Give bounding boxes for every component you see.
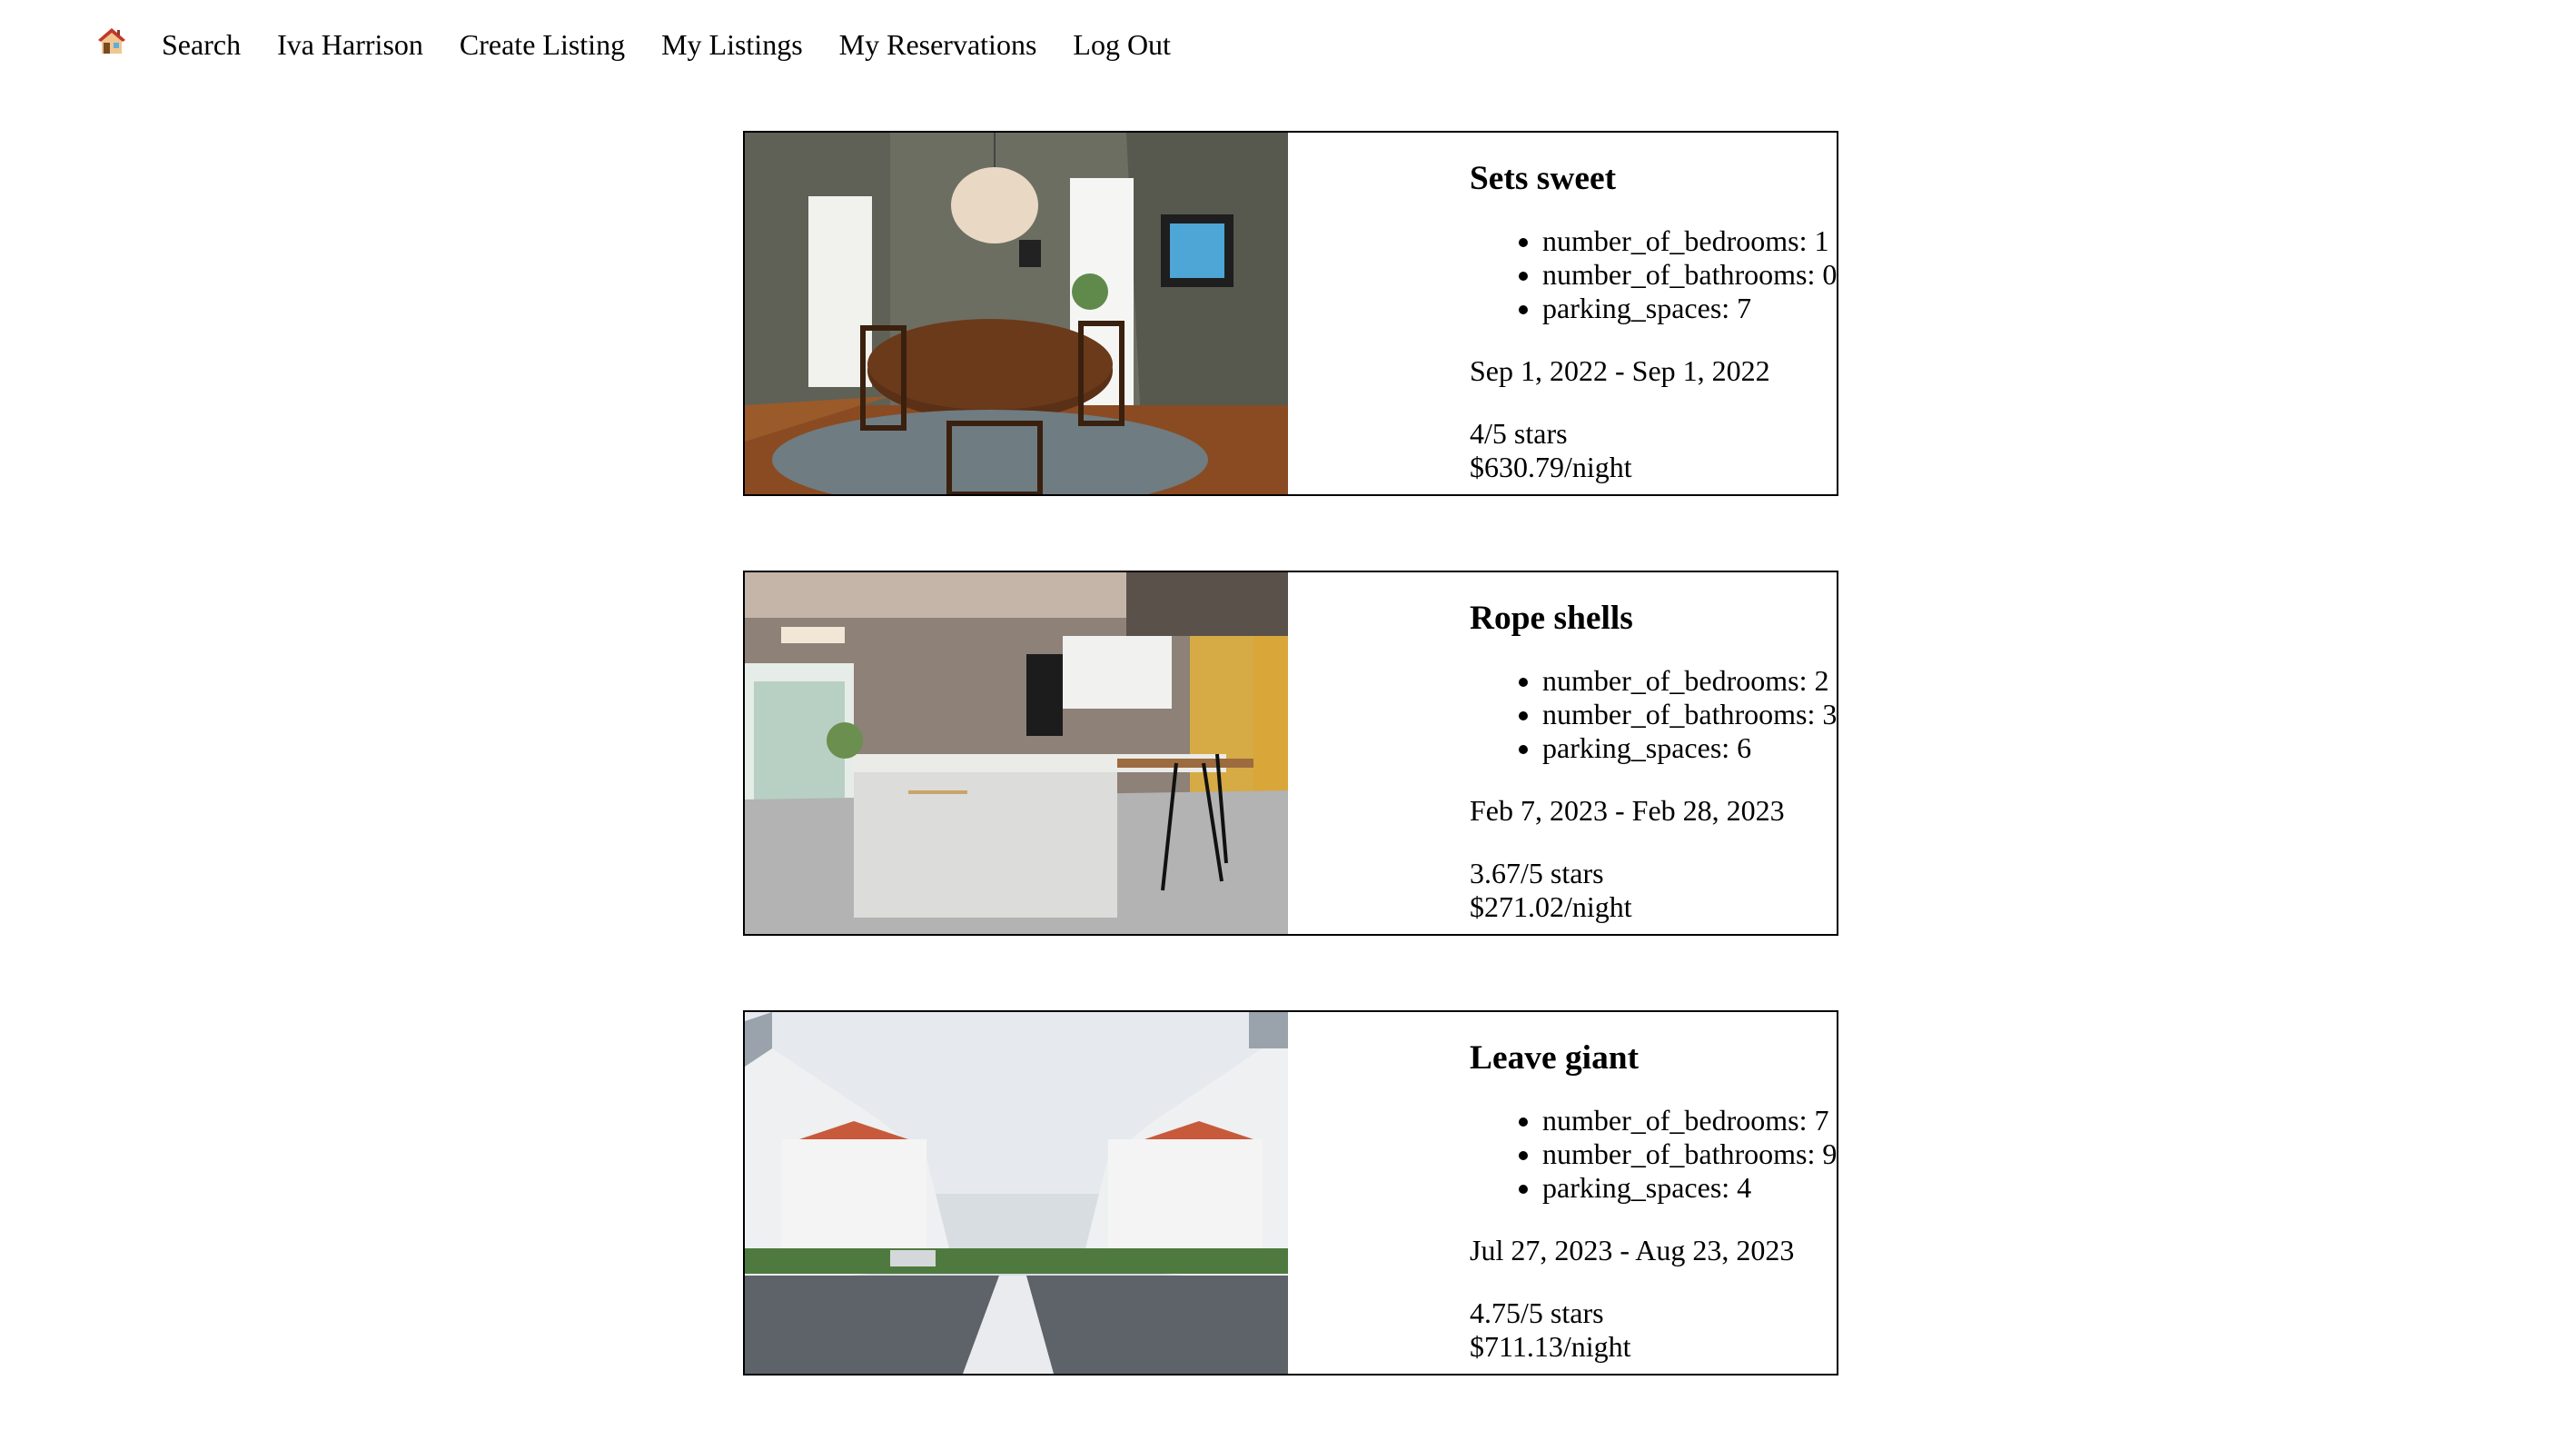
dining-room-photo <box>745 133 1288 494</box>
feature-item: number_of_bedrooms: 2 <box>1542 664 1837 698</box>
feature-item: number_of_bathrooms: 0 <box>1542 258 1837 292</box>
listing-dates: Feb 7, 2023 - Feb 28, 2023 <box>1470 794 1785 827</box>
feature-item: number_of_bathrooms: 9 <box>1542 1137 1837 1171</box>
listing-dates: Sep 1, 2022 - Sep 1, 2022 <box>1470 354 1770 387</box>
listing-title: Rope shells <box>1470 600 1633 637</box>
nav-my-listings-link[interactable]: My Listings <box>661 28 803 62</box>
listing-price: $711.13/night <box>1470 1330 1631 1363</box>
listing-rating: 3.67/5 stars <box>1470 857 1604 889</box>
listing-title: Leave giant <box>1470 1039 1640 1077</box>
nav-search-link[interactable]: Search <box>162 28 241 62</box>
feature-item: parking_spaces: 7 <box>1542 292 1837 325</box>
feature-item: parking_spaces: 4 <box>1542 1171 1837 1205</box>
feature-item: number_of_bathrooms: 3 <box>1542 698 1837 731</box>
listing-card[interactable]: Rope shells number_of_bedrooms: 2 number… <box>743 571 1838 936</box>
listing-info: Sets sweet number_of_bedrooms: 1 number_… <box>1470 162 1837 484</box>
street-houses-photo <box>745 1012 1288 1374</box>
listing-price: $271.02/night <box>1470 890 1632 923</box>
feature-item: parking_spaces: 6 <box>1542 731 1837 765</box>
listing-rating: 4.75/5 stars <box>1470 1296 1604 1329</box>
feature-item: number_of_bedrooms: 1 <box>1542 224 1837 258</box>
listing-rating: 4/5 stars <box>1470 417 1568 450</box>
listing-card[interactable]: Sets sweet number_of_bedrooms: 1 number_… <box>743 131 1838 496</box>
listing-info: Leave giant number_of_bedrooms: 7 number… <box>1470 1041 1837 1364</box>
nav-create-listing-link[interactable]: Create Listing <box>460 28 625 62</box>
home-link[interactable] <box>98 26 125 63</box>
kitchen-photo <box>745 572 1288 934</box>
nav-profile-link[interactable]: Iva Harrison <box>277 28 423 62</box>
listing-card[interactable]: Leave giant number_of_bedrooms: 7 number… <box>743 1010 1838 1376</box>
nav-log-out-link[interactable]: Log Out <box>1073 28 1171 62</box>
listing-info: Rope shells number_of_bedrooms: 2 number… <box>1470 601 1837 924</box>
listing-features: number_of_bedrooms: 2 number_of_bathroom… <box>1470 664 1837 765</box>
feature-item: number_of_bedrooms: 7 <box>1542 1104 1837 1137</box>
top-nav: Search Iva Harrison Create Listing My Li… <box>98 24 1171 65</box>
nav-my-reservations-link[interactable]: My Reservations <box>839 28 1037 62</box>
listing-title: Sets sweet <box>1470 160 1617 197</box>
listings-list: Sets sweet number_of_bedrooms: 1 number_… <box>743 131 1838 1450</box>
listing-features: number_of_bedrooms: 1 number_of_bathroom… <box>1470 224 1837 325</box>
listing-features: number_of_bedrooms: 7 number_of_bathroom… <box>1470 1104 1837 1205</box>
house-icon <box>98 28 125 54</box>
listing-price: $630.79/night <box>1470 451 1632 483</box>
listing-dates: Jul 27, 2023 - Aug 23, 2023 <box>1470 1234 1795 1266</box>
